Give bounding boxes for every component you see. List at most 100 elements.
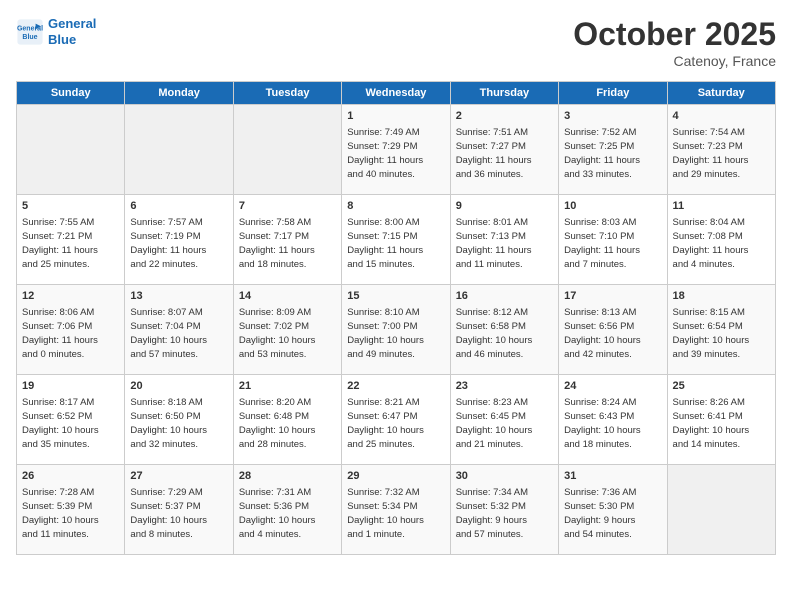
header-thursday: Thursday [450,82,558,105]
header-monday: Monday [125,82,233,105]
day-info: Sunrise: 7:51 AM Sunset: 7:27 PM Dayligh… [456,127,532,180]
day-info: Sunrise: 7:54 AM Sunset: 7:23 PM Dayligh… [673,127,749,180]
day-number: 2 [456,109,553,124]
day-cell: 22 Sunrise: 8:21 AM Sunset: 6:47 PM Dayli… [342,375,450,465]
day-number: 1 [347,109,444,124]
day-cell: 5 Sunrise: 7:55 AM Sunset: 7:21 PM Daylig… [17,195,125,285]
day-cell: 29 Sunrise: 7:32 AM Sunset: 5:34 PM Dayli… [342,465,450,555]
day-number: 25 [673,379,770,394]
day-cell [667,465,775,555]
header-friday: Friday [559,82,667,105]
day-info: Sunrise: 7:31 AM Sunset: 5:36 PM Dayligh… [239,487,316,540]
day-info: Sunrise: 7:57 AM Sunset: 7:19 PM Dayligh… [130,217,206,270]
day-info: Sunrise: 8:20 AM Sunset: 6:48 PM Dayligh… [239,397,316,450]
calendar-table: SundayMondayTuesdayWednesdayThursdayFrid… [16,81,776,555]
day-cell: 19Sunrise: 8:17 AM Sunset: 6:52 PM Dayli… [17,375,125,465]
day-info: Sunrise: 8:04 AM Sunset: 7:08 PM Dayligh… [673,217,749,270]
day-number: 15 [347,289,444,304]
day-info: Sunrise: 7:55 AM Sunset: 7:21 PM Dayligh… [22,217,98,270]
day-info: Sunrise: 8:21 AM Sunset: 6:47 PM Dayligh… [347,397,424,450]
day-number: 4 [673,109,770,124]
day-cell: 3Sunrise: 7:52 AM Sunset: 7:25 PM Daylig… [559,105,667,195]
day-cell: 14 Sunrise: 8:09 AM Sunset: 7:02 PM Dayli… [233,285,341,375]
day-number: 9 [456,199,553,214]
header-wednesday: Wednesday [342,82,450,105]
page-header: General Blue General Blue October 2025 C… [16,16,776,69]
title-block: October 2025 Catenoy, France [573,16,776,69]
day-cell: 28Sunrise: 7:31 AM Sunset: 5:36 PM Dayli… [233,465,341,555]
week-row-2: 5 Sunrise: 7:55 AM Sunset: 7:21 PM Daylig… [17,195,776,285]
day-cell: 10Sunrise: 8:03 AM Sunset: 7:10 PM Dayli… [559,195,667,285]
logo-line2: Blue [48,32,96,48]
day-number: 19 [22,379,119,394]
day-cell: 24 Sunrise: 8:24 AM Sunset: 6:43 PM Dayli… [559,375,667,465]
day-info: Sunrise: 8:15 AM Sunset: 6:54 PM Dayligh… [673,307,750,360]
day-number: 17 [564,289,661,304]
day-number: 16 [456,289,553,304]
day-number: 8 [347,199,444,214]
header-tuesday: Tuesday [233,82,341,105]
week-row-4: 19Sunrise: 8:17 AM Sunset: 6:52 PM Dayli… [17,375,776,465]
day-number: 10 [564,199,661,214]
day-number: 5 [22,199,119,214]
logo: General Blue General Blue [16,16,96,47]
day-number: 27 [130,469,227,484]
day-info: Sunrise: 8:24 AM Sunset: 6:43 PM Dayligh… [564,397,641,450]
day-cell: 13 Sunrise: 8:07 AM Sunset: 7:04 PM Dayli… [125,285,233,375]
day-number: 13 [130,289,227,304]
day-number: 24 [564,379,661,394]
day-info: Sunrise: 8:13 AM Sunset: 6:56 PM Dayligh… [564,307,641,360]
day-info: Sunrise: 8:00 AM Sunset: 7:15 PM Dayligh… [347,217,423,270]
day-cell: 26Sunrise: 7:28 AM Sunset: 5:39 PM Dayli… [17,465,125,555]
day-cell: 30 Sunrise: 7:34 AM Sunset: 5:32 PM Dayli… [450,465,558,555]
header-row: SundayMondayTuesdayWednesdayThursdayFrid… [17,82,776,105]
day-info: Sunrise: 8:10 AM Sunset: 7:00 PM Dayligh… [347,307,424,360]
day-cell: 1 Sunrise: 7:49 AM Sunset: 7:29 PM Daylig… [342,105,450,195]
day-number: 20 [130,379,227,394]
day-number: 7 [239,199,336,214]
day-info: Sunrise: 7:49 AM Sunset: 7:29 PM Dayligh… [347,127,423,180]
day-number: 14 [239,289,336,304]
day-info: Sunrise: 8:23 AM Sunset: 6:45 PM Dayligh… [456,397,533,450]
day-info: Sunrise: 7:32 AM Sunset: 5:34 PM Dayligh… [347,487,424,540]
day-number: 22 [347,379,444,394]
day-info: Sunrise: 8:07 AM Sunset: 7:04 PM Dayligh… [130,307,207,360]
day-cell: 17 Sunrise: 8:13 AM Sunset: 6:56 PM Dayli… [559,285,667,375]
month-title: October 2025 [573,16,776,53]
day-cell: 7 Sunrise: 7:58 AM Sunset: 7:17 PM Daylig… [233,195,341,285]
day-number: 23 [456,379,553,394]
day-number: 3 [564,109,661,124]
day-number: 18 [673,289,770,304]
day-cell: 11 Sunrise: 8:04 AM Sunset: 7:08 PM Dayli… [667,195,775,285]
day-number: 6 [130,199,227,214]
day-cell: 4 Sunrise: 7:54 AM Sunset: 7:23 PM Daylig… [667,105,775,195]
day-cell: 2 Sunrise: 7:51 AM Sunset: 7:27 PM Daylig… [450,105,558,195]
day-info: Sunrise: 8:12 AM Sunset: 6:58 PM Dayligh… [456,307,533,360]
day-info: Sunrise: 8:06 AM Sunset: 7:06 PM Dayligh… [22,307,98,360]
logo-icon: General Blue [16,18,44,46]
day-cell: 12Sunrise: 8:06 AM Sunset: 7:06 PM Dayli… [17,285,125,375]
day-info: Sunrise: 7:34 AM Sunset: 5:32 PM Dayligh… [456,487,528,540]
week-row-1: 1 Sunrise: 7:49 AM Sunset: 7:29 PM Daylig… [17,105,776,195]
day-number: 21 [239,379,336,394]
day-info: Sunrise: 8:18 AM Sunset: 6:50 PM Dayligh… [130,397,207,450]
day-info: Sunrise: 8:09 AM Sunset: 7:02 PM Dayligh… [239,307,316,360]
day-cell: 9Sunrise: 8:01 AM Sunset: 7:13 PM Daylig… [450,195,558,285]
day-cell: 25 Sunrise: 8:26 AM Sunset: 6:41 PM Dayli… [667,375,775,465]
day-number: 30 [456,469,553,484]
day-cell: 31Sunrise: 7:36 AM Sunset: 5:30 PM Dayli… [559,465,667,555]
day-info: Sunrise: 8:26 AM Sunset: 6:41 PM Dayligh… [673,397,750,450]
day-cell: 16 Sunrise: 8:12 AM Sunset: 6:58 PM Dayli… [450,285,558,375]
header-sunday: Sunday [17,82,125,105]
day-cell: 23 Sunrise: 8:23 AM Sunset: 6:45 PM Dayli… [450,375,558,465]
day-cell: 6 Sunrise: 7:57 AM Sunset: 7:19 PM Daylig… [125,195,233,285]
day-number: 31 [564,469,661,484]
day-cell: 27Sunrise: 7:29 AM Sunset: 5:37 PM Dayli… [125,465,233,555]
day-info: Sunrise: 7:58 AM Sunset: 7:17 PM Dayligh… [239,217,315,270]
day-cell: 21 Sunrise: 8:20 AM Sunset: 6:48 PM Dayli… [233,375,341,465]
day-cell: 18 Sunrise: 8:15 AM Sunset: 6:54 PM Dayli… [667,285,775,375]
day-cell [233,105,341,195]
day-number: 29 [347,469,444,484]
day-number: 11 [673,199,770,214]
day-cell: 15 Sunrise: 8:10 AM Sunset: 7:00 PM Dayli… [342,285,450,375]
